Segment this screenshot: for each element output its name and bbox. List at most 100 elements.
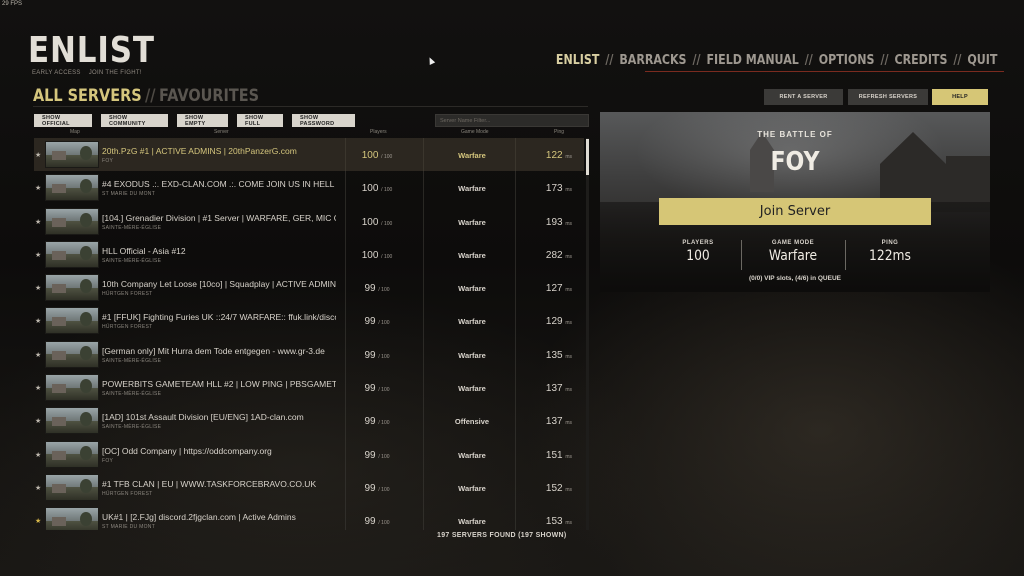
show-community-button[interactable]: SHOW COMMUNITY <box>101 114 168 127</box>
favourite-star-icon[interactable]: ★ <box>35 451 41 459</box>
server-ping: 129 ms <box>534 316 584 327</box>
stat-players-label: PLAYERS <box>682 240 714 246</box>
game-logo: ENLIST <box>28 30 155 71</box>
nav-barracks[interactable]: BARRACKS <box>619 53 686 68</box>
tagline-early-access: EARLY ACCESS <box>32 70 81 76</box>
show-official-button[interactable]: SHOW OFFICIAL <box>34 114 92 127</box>
server-ping: 152 ms <box>534 483 584 494</box>
ping-unit: ms <box>565 353 573 360</box>
server-row[interactable]: ★ [OC] Odd Company | https://oddcompany.o… <box>34 438 584 471</box>
nav-credits[interactable]: CREDITS <box>894 53 947 68</box>
map-thumbnail <box>45 274 99 302</box>
ping-value: 282 <box>545 249 563 261</box>
show-empty-button[interactable]: SHOW EMPTY <box>177 114 228 127</box>
player-count: 100 <box>361 150 379 161</box>
favourite-star-icon[interactable]: ★ <box>35 351 41 359</box>
server-game-mode: Warfare <box>458 384 486 394</box>
server-row[interactable]: ★ UK#1 | [2.FJg] discord.2fjgclan.com | A… <box>34 504 584 530</box>
thumbnail-house <box>52 250 66 260</box>
server-ping: 151 ms <box>534 450 584 461</box>
server-game-mode: Warfare <box>458 250 486 260</box>
favourite-star-icon[interactable]: ★ <box>35 384 41 392</box>
player-count: 100 <box>361 216 379 228</box>
tab-favourites[interactable]: FAVOURITES <box>159 86 259 106</box>
server-row[interactable]: ★ 20th.PzG #1 | ACTIVE ADMINS | 20thPanze… <box>34 138 584 172</box>
player-max: / 100 <box>378 453 390 460</box>
player-max: / 100 <box>381 220 393 227</box>
nav-enlist[interactable]: ENLIST <box>555 53 598 68</box>
player-max: / 100 <box>378 520 390 527</box>
server-name: UK#1 | [2.FJg] discord.2fjgclan.com | Ac… <box>102 512 296 523</box>
show-password-button[interactable]: SHOW PASSWORD <box>292 114 355 127</box>
scrollbar-thumb[interactable] <box>586 139 589 175</box>
player-count: 99 <box>364 416 376 428</box>
column-header-ping[interactable]: Ping <box>554 129 564 135</box>
thumbnail-house <box>52 317 66 327</box>
favourite-star-icon[interactable]: ★ <box>35 284 41 292</box>
show-full-button[interactable]: SHOW FULL <box>237 114 283 127</box>
help-button[interactable]: HELP <box>932 89 988 105</box>
thumbnail-tree <box>80 445 92 460</box>
player-max: / 100 <box>378 420 390 427</box>
server-list-scrollbar[interactable] <box>586 138 589 530</box>
favourite-star-icon[interactable]: ★ <box>35 251 41 259</box>
tab-all-servers[interactable]: ALL SERVERS <box>33 86 142 106</box>
column-header-game-mode[interactable]: Game Mode <box>461 129 489 135</box>
server-row[interactable]: ★ #1 [FFUK] Fighting Furies UK ::24/7 WAR… <box>34 304 584 337</box>
map-thumbnail <box>45 407 99 435</box>
favourite-star-icon[interactable]: ★ <box>35 484 41 492</box>
server-tabs: ALL SERVERS // FAVOURITES <box>33 86 259 106</box>
favourite-star-icon[interactable]: ★ <box>35 317 41 325</box>
map-subtitle: THE BATTLE OF <box>757 130 833 139</box>
server-row[interactable]: ★ [104.] Grenadier Division | #1 Server |… <box>34 205 584 238</box>
server-game-mode: Offensive <box>454 417 490 427</box>
server-players: 100 / 100 <box>347 250 407 261</box>
join-server-button[interactable]: Join Server <box>659 198 931 225</box>
favourite-star-icon[interactable]: ★ <box>35 218 41 226</box>
server-row[interactable]: ★ [1AD] 101st Assault Division [EU/ENG] 1… <box>34 404 584 437</box>
server-players: 99 / 100 <box>347 350 407 361</box>
favourite-star-icon[interactable]: ★ <box>35 151 41 159</box>
rent-server-button[interactable]: RENT A SERVER <box>764 89 843 105</box>
server-row[interactable]: ★ 10th Company Let Loose [10co] | Squadpl… <box>34 271 584 304</box>
server-row[interactable]: ★ #1 TFB CLAN | EU | WWW.TASKFORCEBRAVO.C… <box>34 471 584 504</box>
column-header-server[interactable]: Server <box>214 129 229 135</box>
server-name: POWERBITS GAMETEAM HLL #2 | LOW PING | P… <box>102 379 336 390</box>
thumbnail-house <box>52 417 66 427</box>
server-game-mode: Warfare <box>458 317 486 327</box>
favourite-star-icon[interactable]: ★ <box>35 184 41 192</box>
column-header-map[interactable]: Map <box>70 129 80 135</box>
ping-value: 153 <box>545 516 563 528</box>
nav-field-manual[interactable]: FIELD MANUAL <box>706 53 798 68</box>
ping-unit: ms <box>565 486 573 493</box>
server-row[interactable]: ★ HLL Official - Asia #12 SAINTE-MÈRE-ÉGLI… <box>34 238 584 271</box>
server-name: 20th.PzG #1 | ACTIVE ADMINS | 20thPanzer… <box>102 146 297 156</box>
server-players: 99 / 100 <box>347 483 407 494</box>
server-row[interactable]: ★ #4 EXODUS .:. EXD-CLAN.COM .:. COME JOI… <box>34 171 584 204</box>
favourite-star-icon[interactable]: ★ <box>35 417 41 425</box>
server-players: 99 / 100 <box>347 416 407 427</box>
player-count: 99 <box>364 383 376 395</box>
player-max: / 100 <box>378 353 390 360</box>
server-name: [1AD] 101st Assault Division [EU/ENG] 1A… <box>102 412 304 423</box>
thumbnail-tree <box>80 345 92 360</box>
nav-options[interactable]: OPTIONS <box>818 53 874 68</box>
tagline-join: JOIN THE FIGHT! <box>88 70 142 76</box>
server-players: 100 / 100 <box>347 150 407 161</box>
refresh-servers-button[interactable]: REFRESH SERVERS <box>848 89 928 105</box>
server-ping: 137 ms <box>534 416 584 427</box>
server-row[interactable]: ★ [German only] Mit Hurra dem Tode entgeg… <box>34 338 584 371</box>
servers-found-count: 197 SERVERS FOUND (197 SHOWN) <box>437 532 567 539</box>
server-players: 99 / 100 <box>347 516 407 527</box>
tab-divider <box>33 106 588 107</box>
server-name: [German only] Mit Hurra dem Tode entgege… <box>102 345 325 356</box>
column-header-players[interactable]: Players <box>370 129 387 135</box>
server-ping: 282 ms <box>534 250 584 261</box>
server-players: 99 / 100 <box>347 316 407 327</box>
server-name-filter-input[interactable]: Server Name Filter... <box>435 114 589 127</box>
server-row[interactable]: ★ POWERBITS GAMETEAM HLL #2 | LOW PING | … <box>34 371 584 404</box>
favourite-star-icon[interactable]: ★ <box>35 517 41 525</box>
nav-quit[interactable]: QUIT <box>967 53 997 68</box>
server-game-mode: Warfare <box>458 151 486 160</box>
player-count: 99 <box>364 349 376 361</box>
